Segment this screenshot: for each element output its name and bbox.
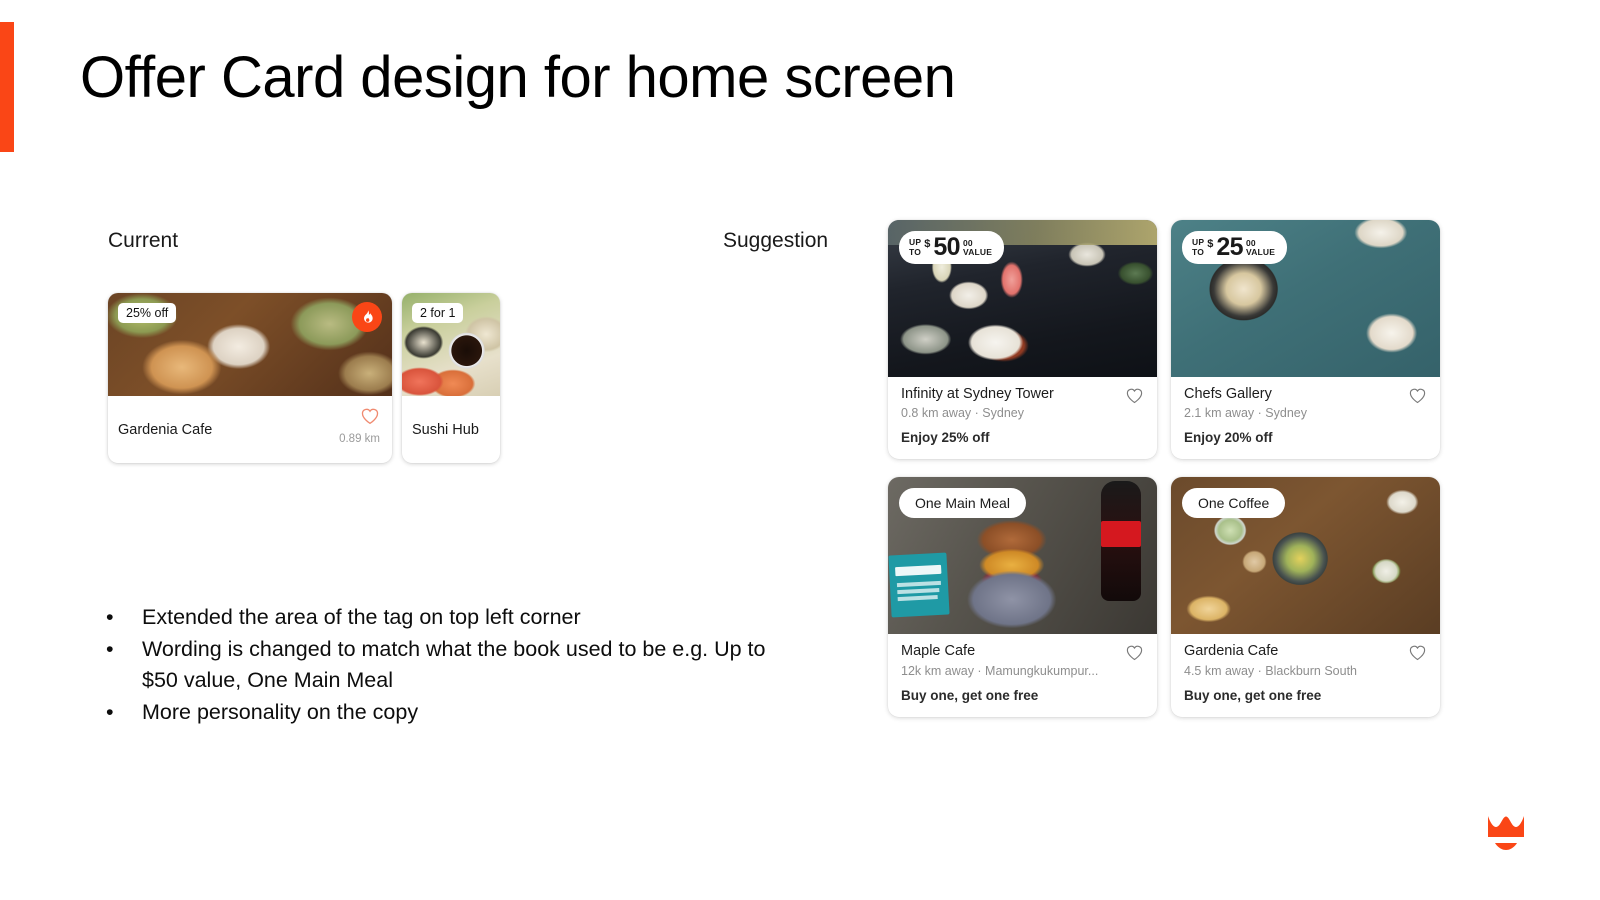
current-cards-group: 25% off Gardenia Cafe 0.89 km 2 for 1 Su…: [108, 293, 500, 463]
badge-currency: $: [1207, 238, 1214, 250]
photo-coke-label: [1101, 521, 1141, 548]
list-item: More personality on the copy: [100, 697, 800, 729]
offer-text: Enjoy 25% off: [901, 430, 990, 446]
card-body: Infinity at Sydney Tower 0.8 km away · S…: [888, 377, 1157, 459]
accent-bar: [0, 22, 14, 152]
slide-canvas: Offer Card design for home screen Curren…: [0, 0, 1600, 900]
badge-amount: 50: [933, 233, 960, 261]
column-label-suggestion: Suggestion: [723, 229, 829, 252]
heart-outline-icon[interactable]: [1408, 644, 1427, 666]
offer-tag: 2 for 1: [412, 303, 464, 323]
offer-text: Enjoy 20% off: [1184, 430, 1273, 446]
suggestion-offer-card[interactable]: One Main Meal Maple Cafe 12k km away · M…: [888, 477, 1157, 717]
venue-meta: 2.1 km away · Sydney: [1184, 406, 1307, 421]
offer-badge: One Main Meal: [899, 488, 1026, 519]
card-header-row: Gardenia Cafe 4.5 km away · Blackburn So…: [1184, 643, 1427, 678]
card-photo: UP TO $ 50 00 VALUE: [888, 220, 1157, 377]
card-photo: 25% off: [108, 293, 392, 396]
badge-currency: $: [924, 238, 931, 250]
offer-badge: One Coffee: [1182, 488, 1286, 519]
venue-meta: 12k km away · Mamungkukumpur...: [901, 663, 1099, 678]
suggestion-row: One Main Meal Maple Cafe 12k km away · M…: [888, 477, 1440, 717]
offer-tag: 25% off: [118, 303, 177, 323]
heart-outline-icon[interactable]: [360, 407, 380, 430]
offer-text: Buy one, get one free: [901, 687, 1039, 703]
current-offer-card[interactable]: 2 for 1 Sushi Hub: [402, 293, 500, 463]
suggestion-row: UP TO $ 50 00 VALUE Infinity at Sydney T…: [888, 220, 1440, 460]
venue-name: Maple Cafe: [901, 643, 976, 660]
card-header-row: Chefs Gallery 2.1 km away · Sydney: [1184, 386, 1427, 420]
suggestion-cards-grid: UP TO $ 50 00 VALUE Infinity at Sydney T…: [888, 220, 1440, 717]
card-body: Maple Cafe 12k km away · Mamungkukumpur.…: [888, 634, 1157, 716]
venue-distance: 0.89 km: [339, 433, 380, 445]
crown-icon: [1484, 810, 1528, 852]
venue-name: Chefs Gallery: [1184, 386, 1272, 402]
suggestion-offer-card[interactable]: UP TO $ 25 00 VALUE Chefs Gallery 2.1 km…: [1171, 220, 1440, 460]
badge-value-text: VALUE: [962, 247, 993, 257]
card-header-row: Infinity at Sydney Tower 0.8 km away · S…: [901, 386, 1144, 420]
current-offer-card[interactable]: 25% off Gardenia Cafe 0.89 km: [108, 293, 392, 463]
badge-amount: 25: [1216, 233, 1243, 261]
venue-name: Sushi Hub: [412, 422, 479, 438]
badge-to-text: TO: [1192, 246, 1205, 257]
card-body: Chefs Gallery 2.1 km away · Sydney Enjoy…: [1171, 377, 1440, 459]
value-badge: UP TO $ 50 00 VALUE: [899, 231, 1005, 264]
card-photo: One Main Meal: [888, 477, 1157, 635]
value-badge: UP TO $ 25 00 VALUE: [1182, 231, 1288, 264]
venue-name: Gardenia Cafe: [1184, 643, 1279, 660]
page-title: Offer Card design for home screen: [80, 45, 956, 110]
badge-value-text: VALUE: [1245, 247, 1276, 257]
venue-name: Infinity at Sydney Tower: [901, 386, 1054, 402]
heart-outline-icon[interactable]: [1125, 387, 1144, 409]
venue-meta: 0.8 km away · Sydney: [901, 406, 1024, 421]
column-label-current: Current: [108, 229, 179, 252]
card-photo: UP TO $ 25 00 VALUE: [1171, 220, 1440, 377]
venue-meta: 4.5 km away · Blackburn South: [1184, 663, 1357, 678]
card-body: Gardenia Cafe 0.89 km: [108, 396, 392, 463]
card-photo: One Coffee: [1171, 477, 1440, 635]
suggestion-offer-card[interactable]: One Coffee Gardenia Cafe 4.5 km away · B…: [1171, 477, 1440, 717]
offer-text: Buy one, get one free: [1184, 687, 1322, 703]
heart-outline-icon[interactable]: [1408, 387, 1427, 409]
card-photo: 2 for 1: [402, 293, 500, 396]
flame-icon: [352, 302, 382, 332]
venue-name: Gardenia Cafe: [118, 422, 213, 438]
list-item: Wording is changed to match what the boo…: [100, 634, 800, 697]
card-header-row: Maple Cafe 12k km away · Mamungkukumpur.…: [901, 643, 1144, 678]
photo-maple-sign: [888, 552, 950, 618]
card-body: Gardenia Cafe 4.5 km away · Blackburn So…: [1171, 634, 1440, 716]
heart-outline-icon[interactable]: [1125, 644, 1144, 666]
notes-list: Extended the area of the tag on top left…: [100, 602, 800, 728]
suggestion-offer-card[interactable]: UP TO $ 50 00 VALUE Infinity at Sydney T…: [888, 220, 1157, 460]
card-body: Sushi Hub: [402, 396, 500, 463]
badge-to-text: TO: [909, 246, 922, 257]
list-item: Extended the area of the tag on top left…: [100, 602, 800, 634]
